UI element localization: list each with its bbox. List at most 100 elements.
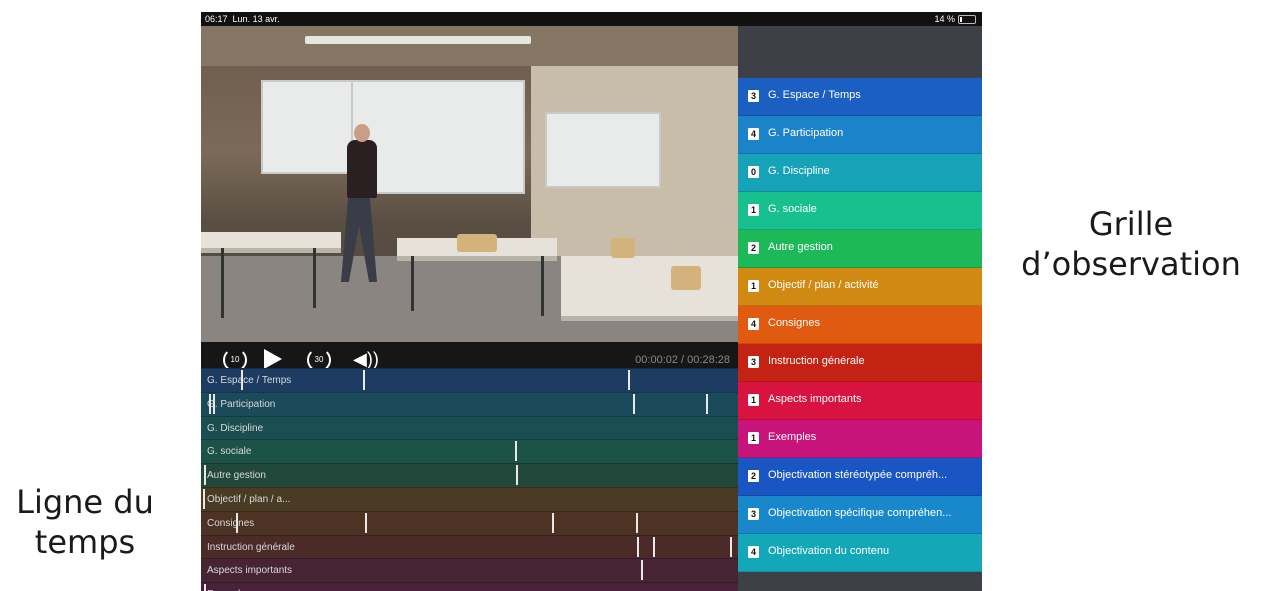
timeline-marker[interactable]: [653, 536, 656, 557]
grid-item-label: Objectivation du contenu: [768, 545, 890, 557]
timeline-marker[interactable]: [514, 441, 517, 462]
timeline-row-label: G. Participation: [207, 398, 276, 410]
timeline-row-label: Consignes: [207, 517, 255, 529]
grid-item-count: 4: [748, 318, 759, 330]
ceiling-light: [305, 36, 531, 44]
timeline-row[interactable]: Exemples: [201, 582, 738, 591]
timeline-marker[interactable]: [729, 536, 732, 557]
grid-item[interactable]: 3 Instruction générale: [738, 344, 982, 382]
grille-caption-line1: Grille: [1088, 205, 1174, 243]
grid-item-count: 3: [748, 356, 759, 368]
timeline-row[interactable]: Objectif / plan / a...: [201, 487, 738, 511]
desk: [561, 256, 738, 321]
whiteboard-right: [545, 112, 661, 188]
status-bar: 06:17 Lun. 13 avr. 14 %: [201, 12, 982, 26]
timeline-row[interactable]: Autre gestion: [201, 463, 738, 488]
grid-item-count: 1: [748, 394, 759, 406]
grid-item[interactable]: 3 Objectivation spécifique compréhen...: [738, 496, 982, 534]
timeline-marker[interactable]: [235, 512, 238, 533]
timeline-row[interactable]: G. sociale: [201, 439, 738, 464]
timeline-row-label: Autre gestion: [207, 470, 266, 482]
tablet-screen: 06:17 Lun. 13 avr. 14 % 10 30 ◀)) 00:00:…: [201, 12, 982, 591]
timeline-row-label: Aspects importants: [207, 565, 293, 577]
observation-grid: 3 G. Espace / Temps 4 G. Participation 0 G. D…: [738, 26, 982, 591]
grid-item-label: Autre gestion: [768, 241, 833, 253]
timeline-marker[interactable]: [641, 560, 644, 581]
grid-item[interactable]: 3 G. Espace / Temps: [738, 78, 982, 116]
grid-item-count: 4: [748, 128, 759, 140]
ceiling: [201, 26, 738, 66]
grid-item[interactable]: 1 G. sociale: [738, 192, 982, 230]
ligne-du-temps-caption: Ligne du temps: [0, 482, 170, 562]
timeline-marker[interactable]: [635, 512, 638, 533]
grid-item-label: G. Discipline: [768, 165, 830, 177]
timeline[interactable]: G. Espace / Temps G. Participation G. Disc…: [201, 368, 738, 591]
timeline-marker[interactable]: [627, 370, 630, 390]
chair: [457, 234, 497, 252]
timeline-marker[interactable]: [633, 393, 636, 414]
timeline-marker[interactable]: [209, 393, 212, 414]
timeline-row[interactable]: G. Espace / Temps: [201, 368, 738, 392]
timeline-marker[interactable]: [240, 370, 243, 390]
grille-caption-line2: d’observation: [1021, 245, 1241, 283]
playback-time: 00:00:02 / 00:28:28: [635, 354, 730, 366]
timeline-row-label: G. Discipline: [207, 422, 264, 434]
timeline-row[interactable]: G. Discipline: [201, 415, 738, 440]
timeline-row-label: Instruction générale: [207, 541, 295, 553]
timeline-row[interactable]: Consignes: [201, 510, 738, 535]
timeline-marker[interactable]: [213, 393, 216, 414]
desk-leg: [411, 256, 414, 311]
timeline-marker[interactable]: [203, 584, 206, 591]
grid-item-count: 3: [748, 508, 759, 520]
chair: [611, 238, 635, 258]
grid-item[interactable]: 4 Consignes: [738, 306, 982, 344]
grille-observation-caption: Grille d’observation: [1000, 204, 1261, 284]
timeline-marker[interactable]: [516, 465, 519, 486]
grid-item-count: 1: [748, 280, 759, 292]
timeline-marker[interactable]: [362, 370, 365, 390]
grid-item-label: G. sociale: [768, 203, 817, 215]
timeline-marker[interactable]: [203, 465, 206, 486]
grid-item[interactable]: 4 G. Participation: [738, 116, 982, 154]
grid-item[interactable]: 4 Objectivation du contenu: [738, 534, 982, 572]
desk-leg: [313, 248, 316, 308]
ligne-caption-line1: Ligne du: [16, 483, 154, 521]
timeline-marker[interactable]: [552, 512, 555, 533]
grid-item[interactable]: 0 G. Discipline: [738, 154, 982, 192]
video-player[interactable]: [201, 26, 738, 342]
timeline-row-label: Objectif / plan / a...: [207, 494, 291, 505]
play-icon[interactable]: [264, 349, 282, 369]
teacher-body: [347, 140, 377, 198]
battery-indicator: 14 %: [934, 14, 976, 24]
grid-item-label: Consignes: [768, 317, 820, 329]
grid-item[interactable]: 1 Aspects importants: [738, 382, 982, 420]
timeline-row[interactable]: Instruction générale: [201, 534, 738, 559]
grid-item-count: 1: [748, 432, 759, 444]
grid-item-label: Aspects importants: [768, 393, 862, 405]
grid-item[interactable]: 2 Autre gestion: [738, 230, 982, 268]
grid-item-count: 2: [748, 242, 759, 254]
grid-item-label: Instruction générale: [768, 355, 865, 367]
grid-item-label: Objectivation stéréotypée compréh...: [768, 469, 948, 481]
timeline-row[interactable]: G. Participation: [201, 391, 738, 416]
grid-item-count: 0: [748, 166, 759, 178]
grid-item[interactable]: 1 Objectif / plan / activité: [738, 268, 982, 306]
ligne-caption-line2: temps: [34, 523, 136, 561]
timeline-row[interactable]: Aspects importants: [201, 558, 738, 583]
desk-leg: [221, 248, 224, 318]
grid-item-label: Objectif / plan / activité: [768, 279, 879, 291]
grid-item[interactable]: 2 Objectivation stéréotypée compréh...: [738, 458, 982, 496]
timeline-row-label: G. sociale: [207, 446, 252, 458]
battery-icon: [958, 14, 976, 24]
timeline-marker[interactable]: [365, 512, 368, 533]
grid-item[interactable]: 1 Exemples: [738, 420, 982, 458]
timeline-marker[interactable]: [705, 393, 708, 414]
chair: [671, 266, 701, 290]
grid-item-count: 3: [748, 90, 759, 102]
grid-item-label: G. Participation: [768, 127, 844, 139]
timeline-marker[interactable]: [203, 489, 206, 509]
timeline-marker[interactable]: [636, 536, 639, 557]
whiteboard-left: [261, 80, 355, 174]
teacher-head: [354, 124, 370, 142]
desk-leg: [541, 256, 544, 316]
